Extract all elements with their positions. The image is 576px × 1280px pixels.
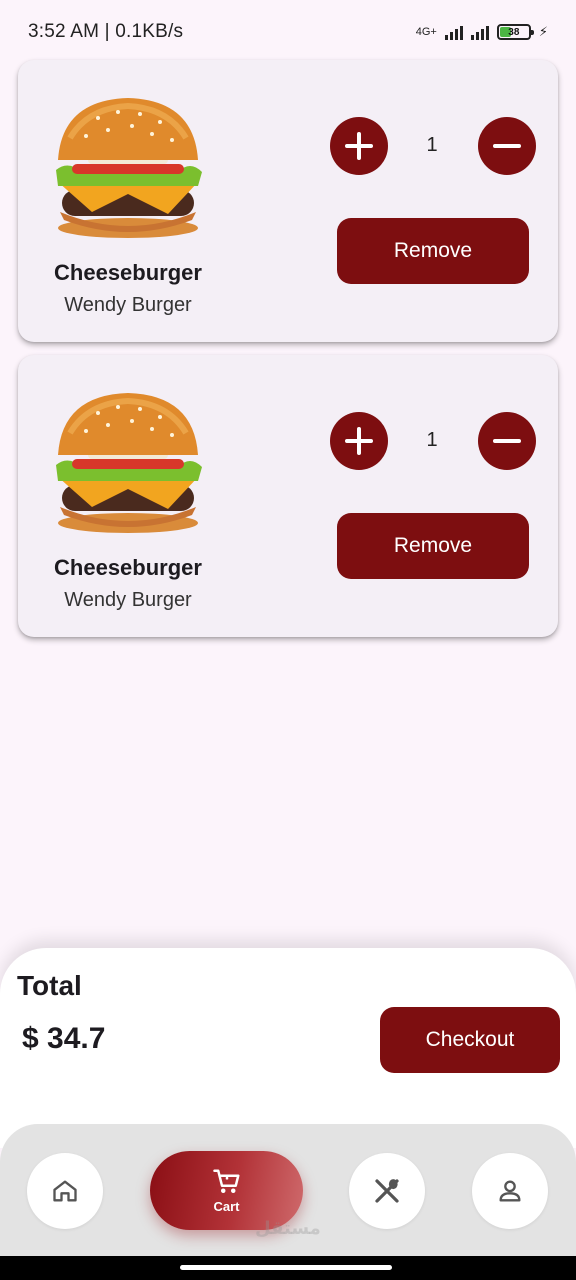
- status-bar: 3:52 AM | 0.1KB/s 4G+ 38 ⚡: [0, 0, 576, 64]
- nav-cart-label: Cart: [213, 1199, 240, 1214]
- minus-icon: [493, 439, 521, 443]
- burger-image: [56, 393, 202, 533]
- signal-icon-2: [470, 24, 489, 40]
- quantity-value: 1: [426, 429, 438, 451]
- remove-button[interactable]: Remove: [337, 513, 529, 579]
- status-icons: 4G+ 38 ⚡: [416, 24, 548, 40]
- home-indicator[interactable]: [180, 1265, 392, 1270]
- cart-icon: [212, 1169, 239, 1193]
- total-label: Total: [17, 970, 82, 1001]
- network-type: 4G+: [415, 26, 437, 38]
- restaurant-icon: [375, 1179, 399, 1203]
- plus-icon: [345, 427, 373, 455]
- decrease-quantity-button[interactable]: [478, 412, 536, 470]
- charging-icon: ⚡: [538, 24, 548, 39]
- item-store: Wendy Burger: [64, 589, 192, 611]
- item-name: Cheeseburger: [54, 555, 202, 580]
- increase-quantity-button[interactable]: [330, 412, 388, 470]
- nav-profile-button[interactable]: [472, 1153, 548, 1229]
- battery-icon: 38: [496, 24, 534, 40]
- nav-restaurant-button[interactable]: [349, 1153, 425, 1229]
- item-name: Cheeseburger: [54, 260, 202, 285]
- nav-home-button[interactable]: [27, 1153, 103, 1229]
- status-time: 3:52 AM | 0.1KB/s: [28, 21, 184, 42]
- minus-icon: [493, 144, 521, 148]
- item-store: Wendy Burger: [64, 294, 192, 316]
- cart-item-card: Cheeseburger Wendy Burger 1 Remove: [18, 60, 558, 342]
- battery-level: 38: [508, 26, 520, 38]
- decrease-quantity-button[interactable]: [478, 117, 536, 175]
- burger-image: [56, 98, 202, 238]
- home-icon: [53, 1180, 77, 1202]
- checkout-button[interactable]: Checkout: [380, 1007, 560, 1073]
- total-panel: Total $ 34.7 Checkout: [0, 948, 576, 1148]
- quantity-value: 1: [426, 134, 438, 156]
- gesture-area: [0, 1256, 576, 1280]
- plus-icon: [345, 132, 373, 160]
- profile-icon: [499, 1180, 521, 1202]
- total-value: $ 34.7: [22, 1022, 106, 1055]
- watermark: مستقل: [255, 1218, 321, 1238]
- remove-button[interactable]: Remove: [337, 218, 529, 284]
- signal-icon: [444, 24, 463, 40]
- cart-item-card: Cheeseburger Wendy Burger 1 Remove: [18, 355, 558, 637]
- increase-quantity-button[interactable]: [330, 117, 388, 175]
